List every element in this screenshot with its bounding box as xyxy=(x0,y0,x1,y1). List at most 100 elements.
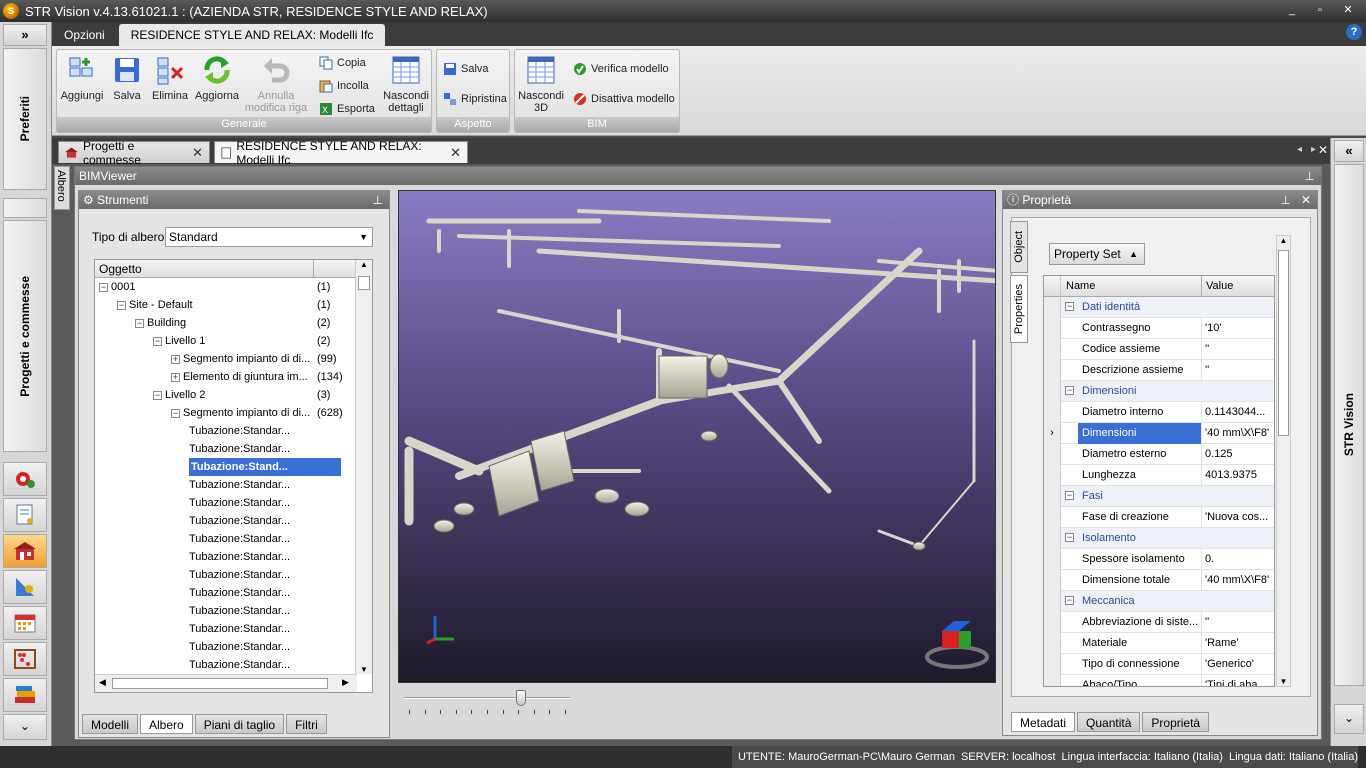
tree-row[interactable]: Tubazione:Standar... xyxy=(189,512,290,530)
close-window-button[interactable]: ✕ xyxy=(1336,2,1360,19)
verifica-modello-button[interactable]: Verifica modello xyxy=(573,62,669,76)
property-value[interactable]: '' xyxy=(1205,360,1274,381)
property-category-row[interactable]: − Dimensioni xyxy=(1044,381,1274,402)
projects-icon[interactable] xyxy=(3,534,47,568)
tree-row[interactable]: Tubazione:Standar... xyxy=(189,440,290,458)
property-category-row[interactable]: − Meccanica xyxy=(1044,591,1274,612)
tree-row[interactable]: − Building xyxy=(135,314,186,332)
tree-row[interactable]: − Livello 1 xyxy=(153,332,205,350)
tree-row[interactable]: + Elemento di giuntura im... xyxy=(171,368,308,386)
properties-vscrollbar[interactable]: ▲ ▼ xyxy=(1276,235,1291,687)
property-category-row[interactable]: − Dati identità xyxy=(1044,297,1274,318)
tipo-albero-select[interactable]: Standard ▼ xyxy=(165,227,373,247)
right-sidebar-toggle-button[interactable]: « xyxy=(1334,140,1364,162)
tree-hscroll-thumb[interactable] xyxy=(112,678,328,689)
property-row[interactable]: Codice assieme '' xyxy=(1044,339,1274,360)
collapse-icon[interactable]: − xyxy=(153,390,162,400)
property-row[interactable]: Tipo di connessione 'Generico' xyxy=(1044,654,1274,675)
section-slider[interactable] xyxy=(404,690,572,716)
measure-icon[interactable] xyxy=(3,570,47,604)
calendar-icon[interactable] xyxy=(3,606,47,640)
tree-row[interactable]: Tubazione:Standar... xyxy=(189,656,290,674)
grid-column-value[interactable]: Value xyxy=(1206,276,1233,297)
property-value[interactable]: 0.1143044... xyxy=(1205,402,1274,423)
restore-button[interactable]: ▫ xyxy=(1308,2,1332,19)
expand-icon[interactable]: + xyxy=(171,354,180,364)
doc-tab-progetti[interactable]: Progetti e commesse ✕ xyxy=(58,139,210,167)
property-row[interactable]: Abaco/Tipo 'Tipi di aba... xyxy=(1044,675,1274,686)
slider-thumb[interactable] xyxy=(516,690,526,706)
tree-vscrollbar[interactable]: ▲ ▼ xyxy=(355,260,372,674)
ripristina-button[interactable]: Ripristina xyxy=(443,92,507,106)
tree-row[interactable]: Tubazione:Standar... xyxy=(189,548,290,566)
bimviewer-pin-icon[interactable]: ⊥ xyxy=(1305,167,1315,185)
property-value[interactable]: 'Tipi di aba... xyxy=(1205,675,1274,686)
tab-metadati[interactable]: Metadati xyxy=(1011,712,1076,732)
property-row[interactable]: Spessore isolamento 0. xyxy=(1044,549,1274,570)
collapse-icon[interactable]: − xyxy=(1065,386,1074,395)
side-tab-albero[interactable]: Albero xyxy=(54,166,70,210)
collapse-icon[interactable]: − xyxy=(1065,533,1074,542)
abacus-icon[interactable] xyxy=(3,642,47,676)
property-row[interactable]: Dimensione totale '40 mm\X\F8' xyxy=(1044,570,1274,591)
side-tab-properties[interactable]: Properties xyxy=(1010,275,1028,343)
tree-row[interactable]: Tubazione:Standar... xyxy=(189,584,290,602)
property-row[interactable]: Descrizione assieme '' xyxy=(1044,360,1274,381)
strumenti-pin-icon[interactable]: ⊥ xyxy=(373,191,383,209)
tab-scroll-left-icon[interactable]: ◂ xyxy=(1297,144,1302,155)
salva-button[interactable]: Salva xyxy=(107,54,147,102)
scroll-up-icon[interactable]: ▲ xyxy=(356,260,372,269)
tab-albero[interactable]: Albero xyxy=(140,714,193,734)
sidebar-tab-progetti[interactable]: Progetti e commesse xyxy=(3,220,47,452)
close-all-tabs-icon[interactable]: ✕ xyxy=(1318,143,1328,157)
property-value[interactable]: '40 mm\X\F8' xyxy=(1205,423,1274,444)
property-row[interactable]: Contrassegno '10' xyxy=(1044,318,1274,339)
expand-icon[interactable]: + xyxy=(171,372,180,382)
ifc-model-render[interactable] xyxy=(399,191,996,683)
props-scroll-up-icon[interactable]: ▲ xyxy=(1277,236,1290,245)
tree-row[interactable]: − Site - Default xyxy=(117,296,193,314)
tab-quantita[interactable]: Quantità xyxy=(1077,712,1141,732)
collapse-icon[interactable]: − xyxy=(1065,491,1074,500)
notes-icon[interactable] xyxy=(3,498,47,532)
help-icon[interactable]: ? xyxy=(1346,24,1362,40)
collapse-icon[interactable]: − xyxy=(1065,302,1074,311)
property-row[interactable]: Lunghezza 4013.9375 xyxy=(1044,465,1274,486)
tab-filtri[interactable]: Filtri xyxy=(286,714,327,734)
tree-hscrollbar[interactable]: ◀ ▶ xyxy=(95,674,357,692)
doc-tab-modelli-ifc[interactable]: RESIDENCE STYLE AND RELAX: Modelli Ifc ✕ xyxy=(214,139,468,167)
sidebar-tab-preferiti[interactable]: Preferiti xyxy=(3,48,47,190)
collapse-icon[interactable]: − xyxy=(99,282,108,292)
tab-opzioni[interactable]: Opzioni xyxy=(52,24,117,46)
property-value[interactable]: 'Rame' xyxy=(1205,633,1274,654)
scroll-down-icon[interactable]: ▼ xyxy=(356,665,372,674)
property-row[interactable]: Abbreviazione di siste... '' xyxy=(1044,612,1274,633)
property-value[interactable]: 0. xyxy=(1205,549,1274,570)
collapse-icon[interactable]: − xyxy=(153,336,162,346)
aggiorna-button[interactable]: Aggiorna xyxy=(193,54,241,102)
tab-modelli-ifc[interactable]: RESIDENCE STYLE AND RELAX: Modelli Ifc xyxy=(118,24,386,46)
collapse-icon[interactable]: − xyxy=(117,300,126,310)
collapse-icon[interactable]: − xyxy=(171,408,180,418)
props-scroll-down-icon[interactable]: ▼ xyxy=(1277,677,1290,686)
collapse-icon[interactable]: − xyxy=(1065,596,1074,605)
property-value[interactable]: '10' xyxy=(1205,318,1274,339)
property-row[interactable]: Materiale 'Rame' xyxy=(1044,633,1274,654)
props-vscroll-thumb[interactable] xyxy=(1278,250,1289,436)
esporta-button[interactable]: X Esporta xyxy=(319,102,375,116)
scroll-right-icon[interactable]: ▶ xyxy=(342,677,349,688)
left-sidebar-more-button[interactable]: ⌄ xyxy=(3,714,47,740)
grid-column-name[interactable]: Name xyxy=(1066,276,1095,297)
property-value[interactable]: '40 mm\X\F8' xyxy=(1205,570,1274,591)
nascondi-3d-button[interactable]: Nascondi 3D xyxy=(517,54,565,114)
property-set-button[interactable]: Property Set ▲ xyxy=(1049,243,1145,265)
collapse-icon[interactable]: − xyxy=(135,318,144,328)
property-value[interactable]: '' xyxy=(1205,612,1274,633)
tab-modelli[interactable]: Modelli xyxy=(82,714,139,734)
tree-row[interactable]: Tubazione:Standar... xyxy=(189,638,290,656)
tree-row[interactable]: Tubazione:Standar... xyxy=(189,494,290,512)
tree-column-header[interactable]: Oggetto xyxy=(95,260,372,278)
left-sidebar-toggle-button[interactable]: » xyxy=(3,24,47,46)
tab-scroll-right-icon[interactable]: ▸ xyxy=(1311,144,1316,155)
tree-row[interactable]: Tubazione:Standar... xyxy=(189,602,290,620)
